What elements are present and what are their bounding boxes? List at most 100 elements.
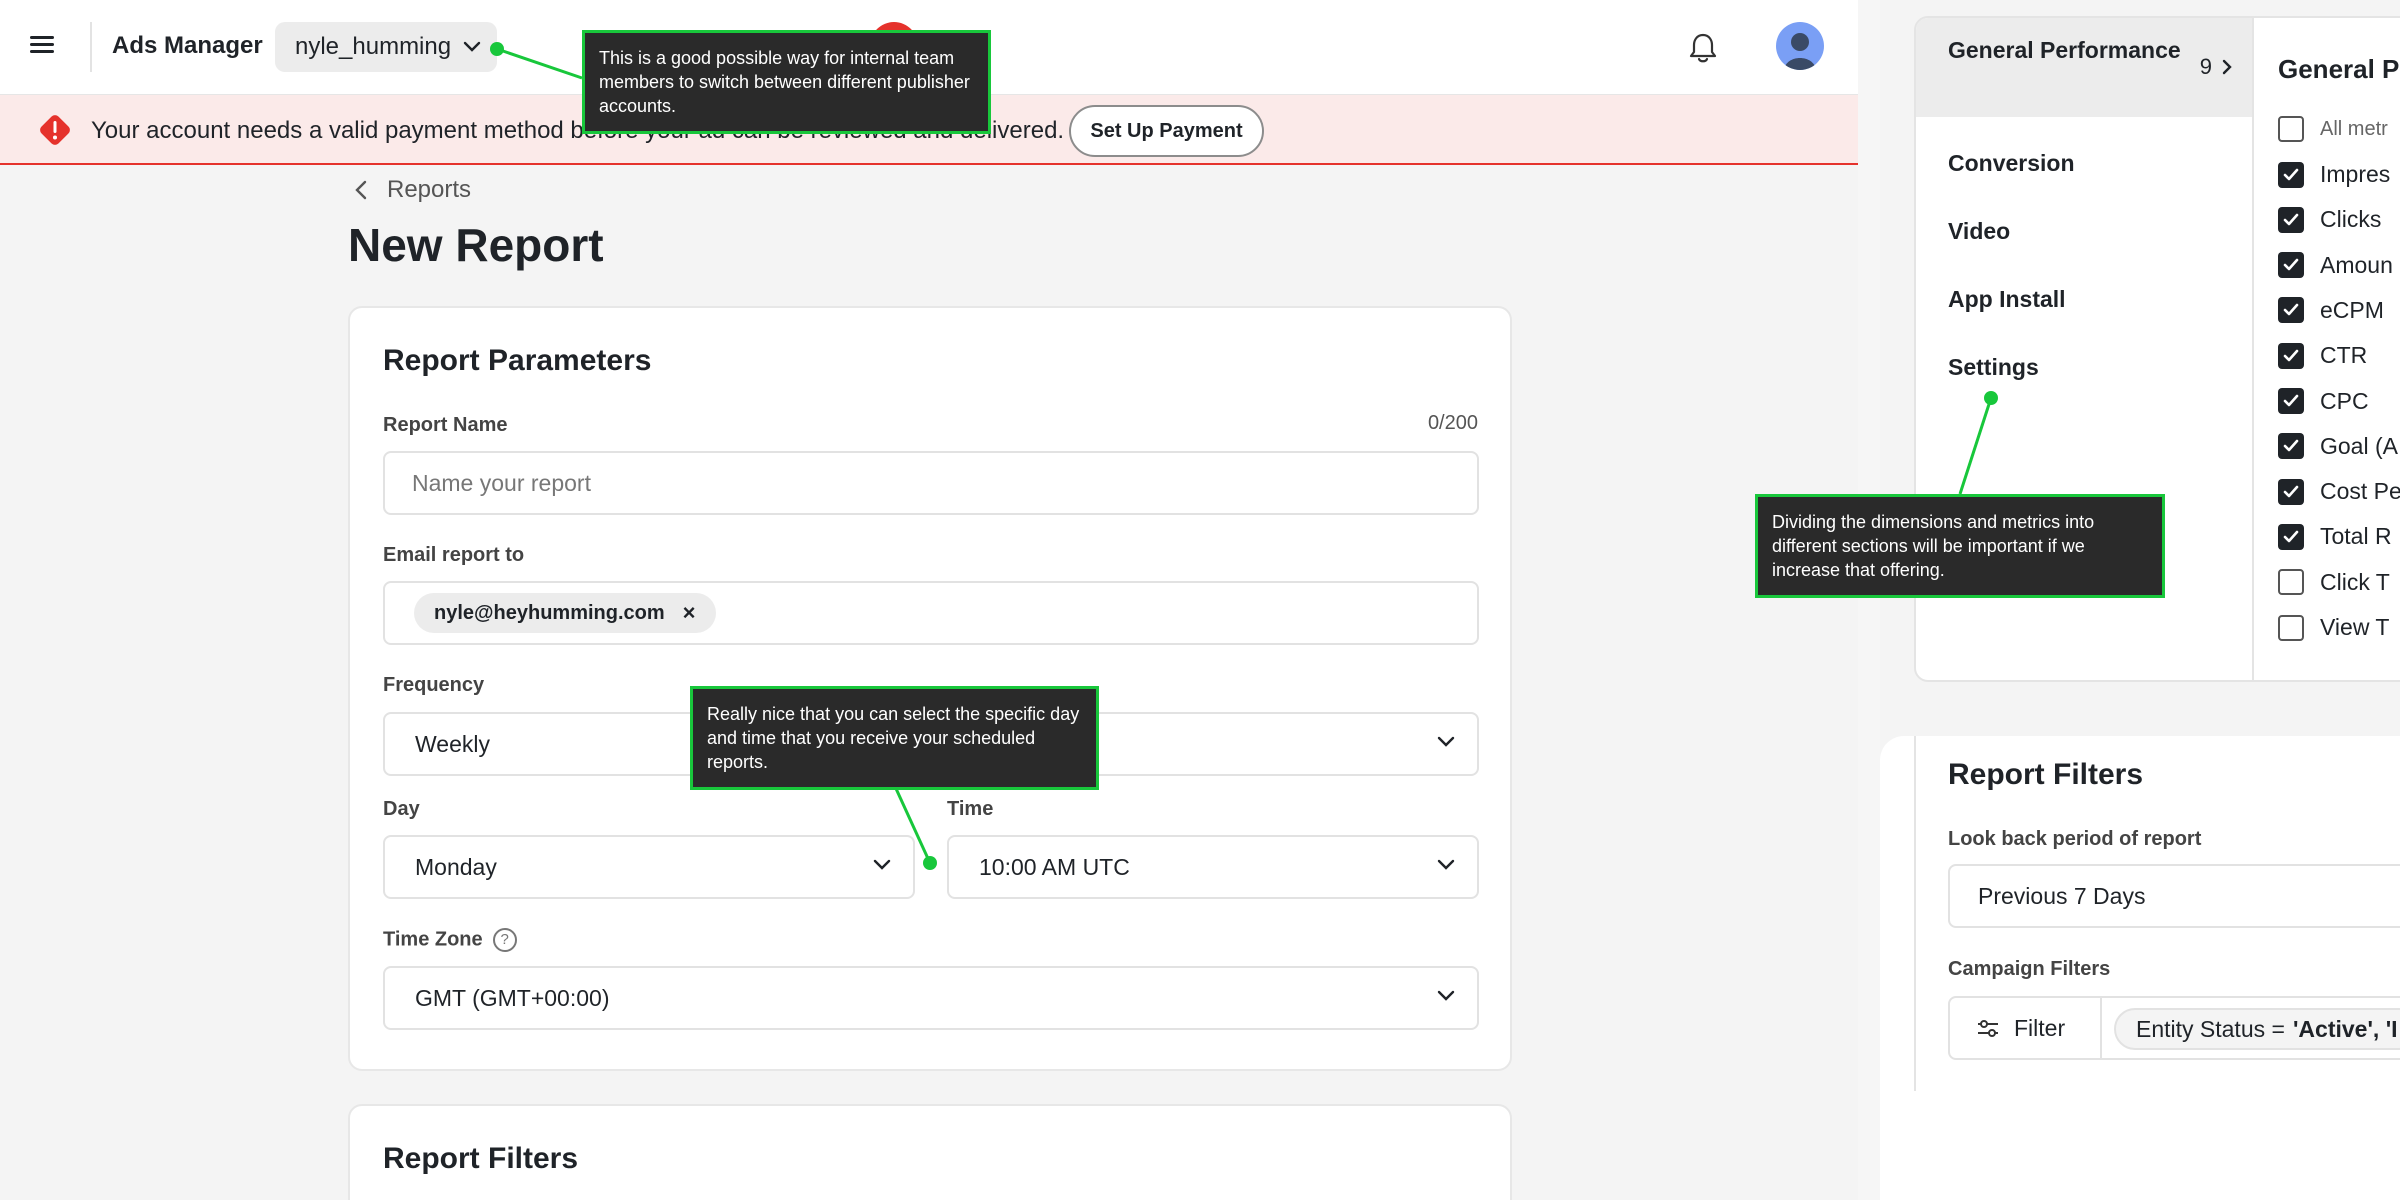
- campaign-filters-label: Campaign Filters: [1948, 958, 2111, 980]
- annotation-note-accounts: This is a good possible way for internal…: [582, 30, 991, 134]
- email-recipients-field[interactable]: nyle@heyhumming.com ×: [383, 581, 1479, 645]
- lookback-value: Previous 7 Days: [1978, 882, 2146, 909]
- frequency-value: Weekly: [415, 730, 490, 757]
- ads-manager-app: Ads Manager nyle_humming Your account ne…: [0, 0, 1858, 1200]
- checkbox-checked-icon[interactable]: [2278, 342, 2304, 369]
- breadcrumb-reports[interactable]: Reports: [387, 176, 471, 204]
- card-title: Report Filters: [383, 1142, 579, 1175]
- timezone-label-row: Time Zone?: [383, 928, 517, 952]
- chevron-down-icon: [1437, 736, 1455, 747]
- frequency-label: Frequency: [383, 674, 485, 696]
- checkbox-checked-icon[interactable]: [2278, 478, 2304, 505]
- divider: [1914, 736, 1916, 1091]
- help-icon[interactable]: ?: [492, 928, 517, 952]
- metric-item[interactable]: CTR: [2278, 342, 2367, 369]
- day-label: Day: [383, 798, 420, 820]
- chevron-left-icon: [355, 180, 367, 200]
- column-divider: [2252, 18, 2254, 680]
- checkbox-checked-icon[interactable]: [2278, 523, 2304, 550]
- filter-chip-value: 'Active', 'I: [2292, 1015, 2398, 1042]
- metric-item[interactable]: Amoun: [2278, 252, 2393, 279]
- bell-icon[interactable]: [1688, 32, 1718, 64]
- report-filters-card: Report Filters: [348, 1104, 1512, 1200]
- card-title: Report Parameters: [383, 344, 652, 377]
- metric-label: Cost Pe: [2320, 478, 2400, 505]
- metric-label: Clicks: [2320, 206, 2382, 233]
- time-label: Time: [947, 798, 994, 820]
- day-select[interactable]: Monday: [383, 835, 915, 899]
- chevron-down-icon: [463, 41, 481, 52]
- report-name-input[interactable]: Name your report: [383, 451, 1479, 515]
- chevron-down-icon: [873, 859, 891, 870]
- metric-label: CPC: [2320, 387, 2369, 414]
- filter-button[interactable]: Filter: [1950, 998, 2102, 1058]
- timezone-select[interactable]: GMT (GMT+00:00): [383, 966, 1479, 1030]
- category-count: 9: [2200, 52, 2232, 81]
- filter-chip-prefix: Entity Status =: [2136, 1015, 2285, 1042]
- email-label: Email report to: [383, 544, 525, 566]
- account-switcher[interactable]: nyle_humming: [275, 22, 497, 72]
- metric-label: Total R: [2320, 523, 2392, 550]
- checkbox-icon: [2278, 116, 2304, 142]
- category-label: General Performance: [1948, 37, 2181, 63]
- metric-label: Goal (A: [2320, 432, 2398, 459]
- report-name-counter: 0/200: [1427, 412, 1478, 434]
- divider: [90, 22, 92, 72]
- breadcrumb[interactable]: Reports: [355, 176, 471, 204]
- metric-item[interactable]: eCPM: [2278, 297, 2384, 324]
- category-video[interactable]: Video: [1916, 218, 2252, 245]
- checkbox-checked-icon[interactable]: [2278, 161, 2304, 188]
- avatar[interactable]: [1776, 22, 1824, 70]
- checkbox-checked-icon[interactable]: [2278, 206, 2304, 233]
- filter-chip[interactable]: Entity Status = 'Active', 'I: [2114, 1008, 2400, 1050]
- category-general-performance[interactable]: General Performance 9: [1916, 18, 2252, 117]
- metric-label: eCPM: [2320, 296, 2384, 323]
- filter-button-label: Filter: [2014, 1014, 2066, 1041]
- timezone-value: GMT (GMT+00:00): [415, 984, 610, 1011]
- category-conversion[interactable]: Conversion: [1916, 150, 2252, 177]
- page-title: New Report: [348, 219, 604, 271]
- metric-item[interactable]: CPC: [2278, 388, 2369, 415]
- checkbox-checked-icon[interactable]: [2278, 252, 2304, 279]
- metric-label: CTR: [2320, 342, 2368, 369]
- metric-item[interactable]: View T: [2278, 614, 2389, 641]
- checkbox-icon[interactable]: [2278, 614, 2304, 641]
- metric-item[interactable]: Total R: [2278, 523, 2392, 550]
- metric-item[interactable]: Click T: [2278, 569, 2390, 596]
- report-name-label: Report Name: [383, 414, 508, 436]
- chevron-right-icon: [2222, 59, 2232, 74]
- metric-item[interactable]: Impres: [2278, 161, 2390, 188]
- all-metrics-checkbox[interactable]: All metr: [2278, 116, 2388, 142]
- report-name-placeholder: Name your report: [412, 469, 591, 496]
- menu-icon[interactable]: [30, 32, 58, 60]
- report-filters-title: Report Filters: [1948, 758, 2144, 791]
- day-value: Monday: [415, 853, 497, 880]
- count-value: 9: [2199, 54, 2212, 79]
- all-metrics-label: All metr: [2320, 117, 2388, 140]
- app-title: Ads Manager: [112, 32, 263, 59]
- checkbox-checked-icon[interactable]: [2278, 433, 2304, 460]
- campaign-filter-field: Filter Entity Status = 'Active', 'I: [1948, 996, 2400, 1060]
- remove-chip-icon[interactable]: ×: [683, 600, 696, 626]
- annotation-note-schedule: Really nice that you can select the spec…: [690, 686, 1099, 790]
- metric-label: Amoun: [2320, 251, 2393, 278]
- category-app-install[interactable]: App Install: [1916, 286, 2252, 313]
- email-chip-label: nyle@heyhumming.com: [434, 601, 665, 624]
- account-name: nyle_humming: [295, 33, 452, 60]
- filter-sliders-icon: [1978, 1020, 1998, 1037]
- metric-item[interactable]: Cost Pe: [2278, 478, 2400, 505]
- checkbox-icon[interactable]: [2278, 569, 2304, 596]
- metric-label: View T: [2320, 614, 2390, 640]
- checkbox-checked-icon[interactable]: [2278, 388, 2304, 414]
- metric-item[interactable]: Clicks: [2278, 206, 2381, 233]
- timezone-label: Time Zone: [383, 928, 483, 951]
- metrics-panel: General Performance 9 Conversion Video A…: [1880, 0, 2400, 1200]
- time-select[interactable]: 10:00 AM UTC: [947, 835, 1479, 899]
- lookback-select[interactable]: Previous 7 Days: [1948, 864, 2400, 928]
- setup-payment-button[interactable]: Set Up Payment: [1069, 105, 1264, 157]
- metric-item[interactable]: Goal (A: [2278, 433, 2398, 460]
- checkbox-checked-icon[interactable]: [2278, 297, 2304, 324]
- lookback-label: Look back period of report: [1948, 828, 2202, 850]
- chevron-down-icon: [1437, 990, 1455, 1001]
- category-settings[interactable]: Settings: [1916, 354, 2252, 381]
